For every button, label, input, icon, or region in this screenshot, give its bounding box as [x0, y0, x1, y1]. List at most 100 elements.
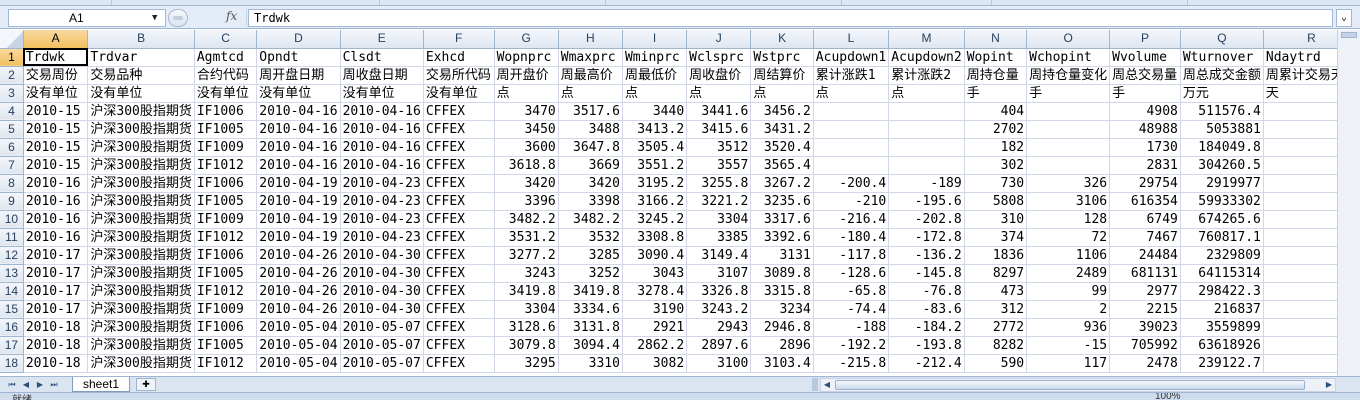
column-header-c[interactable]: C	[194, 30, 258, 49]
first-sheet-icon[interactable]: ⏮	[6, 378, 18, 391]
cell-k10[interactable]: 3317.6	[750, 210, 814, 229]
cell-p6[interactable]: 1730	[1109, 138, 1181, 157]
cell-p10[interactable]: 6749	[1109, 210, 1181, 229]
select-all-button[interactable]	[0, 30, 24, 49]
cell-g9[interactable]: 3396	[494, 192, 559, 211]
cell-a4[interactable]: 2010-15	[23, 102, 89, 121]
cell-k1[interactable]: Wstprc	[750, 48, 814, 67]
cell-b4[interactable]: 沪深300股指期货	[87, 102, 195, 121]
cell-i18[interactable]: 3082	[622, 354, 688, 373]
cell-o6[interactable]	[1026, 138, 1111, 157]
zoom-level[interactable]: 100%	[1155, 393, 1181, 400]
last-sheet-icon[interactable]: ⏭	[48, 378, 60, 391]
cell-h8[interactable]: 3420	[558, 174, 623, 193]
scroll-right-icon[interactable]: ▶	[1323, 379, 1335, 391]
cell-g6[interactable]: 3600	[494, 138, 559, 157]
name-box[interactable]: A1	[8, 9, 166, 27]
cell-a1[interactable]: Trdwk	[23, 48, 89, 67]
cell-i4[interactable]: 3440	[622, 102, 688, 121]
cell-i7[interactable]: 3551.2	[622, 156, 688, 175]
cell-d10[interactable]: 2010-04-19	[256, 210, 341, 229]
cell-f8[interactable]: CFFEX	[423, 174, 495, 193]
cell-p4[interactable]: 4908	[1109, 102, 1181, 121]
cell-o13[interactable]: 2489	[1026, 264, 1111, 283]
cell-m13[interactable]: -145.8	[888, 264, 965, 283]
cell-a2[interactable]: 交易周份	[23, 66, 89, 85]
cell-k11[interactable]: 3392.6	[750, 228, 814, 247]
cell-f16[interactable]: CFFEX	[423, 318, 495, 337]
cell-d8[interactable]: 2010-04-19	[256, 174, 341, 193]
cell-a8[interactable]: 2010-16	[23, 174, 89, 193]
cell-o2[interactable]: 周持仓量变化	[1026, 66, 1111, 85]
column-header-d[interactable]: D	[256, 30, 341, 49]
cell-i13[interactable]: 3043	[622, 264, 688, 283]
cell-m16[interactable]: -184.2	[888, 318, 965, 337]
cell-m18[interactable]: -212.4	[888, 354, 965, 373]
cell-j12[interactable]: 3149.4	[686, 246, 752, 265]
cell-h2[interactable]: 周最高价	[558, 66, 623, 85]
cell-m10[interactable]: -202.8	[888, 210, 965, 229]
cell-b7[interactable]: 沪深300股指期货	[87, 156, 195, 175]
cell-o7[interactable]	[1026, 156, 1111, 175]
cell-j10[interactable]: 3304	[686, 210, 752, 229]
cell-i10[interactable]: 3245.2	[622, 210, 688, 229]
cell-i5[interactable]: 3413.2	[622, 120, 688, 139]
cell-q2[interactable]: 周总成交金额	[1180, 66, 1264, 85]
cell-o8[interactable]: 326	[1026, 174, 1111, 193]
cell-m2[interactable]: 累计涨跌2	[888, 66, 965, 85]
cell-d9[interactable]: 2010-04-19	[256, 192, 341, 211]
cell-o11[interactable]: 72	[1026, 228, 1111, 247]
cell-h18[interactable]: 3310	[558, 354, 623, 373]
cell-p13[interactable]: 681131	[1109, 264, 1181, 283]
cell-n5[interactable]: 2702	[964, 120, 1028, 139]
cell-q6[interactable]: 184049.8	[1180, 138, 1264, 157]
row-header[interactable]: 6	[0, 138, 24, 157]
cell-f4[interactable]: CFFEX	[423, 102, 495, 121]
cell-l6[interactable]	[813, 138, 890, 157]
insert-sheet-icon[interactable]: ✚	[136, 378, 156, 391]
cell-p11[interactable]: 7467	[1109, 228, 1181, 247]
cell-q16[interactable]: 3559899	[1180, 318, 1264, 337]
cell-j11[interactable]: 3385	[686, 228, 752, 247]
cell-g10[interactable]: 3482.2	[494, 210, 559, 229]
cell-b16[interactable]: 沪深300股指期货	[87, 318, 195, 337]
cell-f5[interactable]: CFFEX	[423, 120, 495, 139]
row-header[interactable]: 18	[0, 354, 24, 373]
cell-a7[interactable]: 2010-15	[23, 156, 89, 175]
cell-e17[interactable]: 2010-05-07	[340, 336, 424, 355]
sheet-tab[interactable]: sheet1	[72, 377, 130, 392]
cell-c18[interactable]: IF1012	[194, 354, 258, 373]
cell-h3[interactable]: 点	[558, 84, 623, 103]
cell-o1[interactable]: Wchopint	[1026, 48, 1111, 67]
cell-n1[interactable]: Wopint	[964, 48, 1028, 67]
cell-c6[interactable]: IF1009	[194, 138, 258, 157]
cell-j13[interactable]: 3107	[686, 264, 752, 283]
cell-b2[interactable]: 交易品种	[87, 66, 195, 85]
cell-g3[interactable]: 点	[494, 84, 559, 103]
cell-e4[interactable]: 2010-04-16	[340, 102, 424, 121]
row-header[interactable]: 13	[0, 264, 24, 283]
cell-q14[interactable]: 298422.3	[1180, 282, 1264, 301]
row-header[interactable]: 14	[0, 282, 24, 301]
row-header[interactable]: 2	[0, 66, 24, 85]
cell-d12[interactable]: 2010-04-26	[256, 246, 341, 265]
cell-p17[interactable]: 705992	[1109, 336, 1181, 355]
column-header-i[interactable]: I	[622, 30, 688, 49]
cell-n15[interactable]: 312	[964, 300, 1028, 319]
cell-q17[interactable]: 63618926	[1180, 336, 1264, 355]
column-header-j[interactable]: J	[686, 30, 752, 49]
cell-n7[interactable]: 302	[964, 156, 1028, 175]
cell-q8[interactable]: 2919977	[1180, 174, 1264, 193]
cell-e6[interactable]: 2010-04-16	[340, 138, 424, 157]
column-header-g[interactable]: G	[494, 30, 559, 49]
cell-l15[interactable]: -74.4	[813, 300, 890, 319]
cell-b9[interactable]: 沪深300股指期货	[87, 192, 195, 211]
cell-i2[interactable]: 周最低价	[622, 66, 688, 85]
cell-h10[interactable]: 3482.2	[558, 210, 623, 229]
cell-l1[interactable]: Acupdown1	[813, 48, 890, 67]
cell-o14[interactable]: 99	[1026, 282, 1111, 301]
cell-l18[interactable]: -215.8	[813, 354, 890, 373]
cell-f9[interactable]: CFFEX	[423, 192, 495, 211]
cell-j6[interactable]: 3512	[686, 138, 752, 157]
cell-i1[interactable]: Wminprc	[622, 48, 688, 67]
